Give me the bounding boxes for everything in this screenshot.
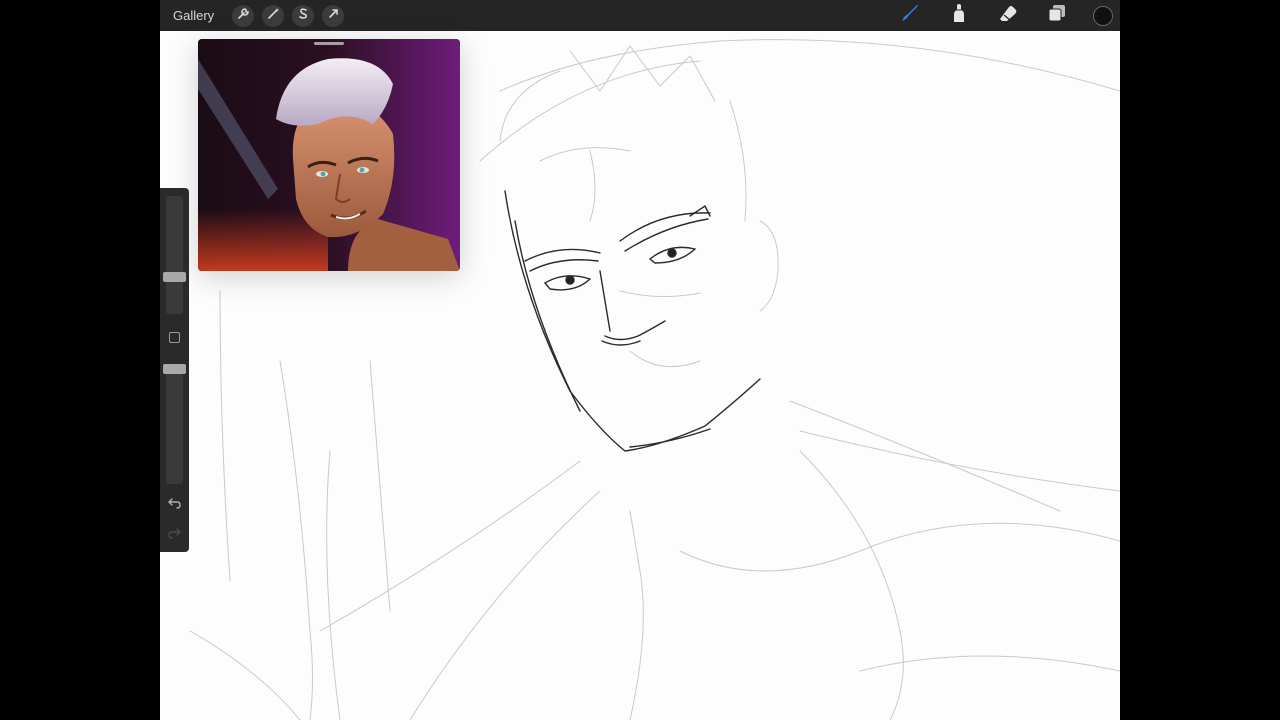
layers-icon	[1046, 2, 1068, 29]
undo-button[interactable]	[166, 496, 183, 513]
smudge-icon	[948, 2, 970, 29]
selection-icon	[297, 7, 310, 25]
color-picker-button[interactable]	[1093, 5, 1113, 26]
procreate-app: Gallery	[160, 0, 1120, 720]
eraser-icon	[997, 2, 1019, 29]
reference-drag-handle[interactable]	[314, 42, 344, 45]
selection-button[interactable]	[292, 4, 315, 27]
layers-button[interactable]	[1044, 3, 1070, 29]
undo-icon	[168, 496, 181, 514]
wrench-icon	[237, 7, 250, 25]
sidebar	[160, 188, 189, 552]
brush-size-slider[interactable]	[166, 196, 183, 314]
gallery-button[interactable]: Gallery	[173, 8, 214, 23]
transform-button[interactable]	[322, 4, 345, 27]
brush-size-slider-knob[interactable]	[163, 271, 186, 282]
brush-button[interactable]	[897, 3, 923, 29]
magic-wand-icon	[267, 7, 280, 25]
smudge-button[interactable]	[946, 3, 972, 29]
redo-icon	[168, 526, 181, 544]
brush-opacity-slider-knob[interactable]	[163, 364, 186, 374]
redo-button[interactable]	[166, 526, 183, 543]
reference-window[interactable]	[198, 39, 460, 271]
actions-button[interactable]	[232, 4, 255, 27]
face-lines	[504, 190, 761, 452]
adjustments-button[interactable]	[262, 4, 285, 27]
top-toolbar: Gallery	[160, 0, 1120, 31]
right-toolbar	[897, 0, 1120, 31]
brush-opacity-slider[interactable]	[166, 364, 183, 484]
reference-portrait	[198, 39, 460, 271]
transform-icon	[327, 7, 340, 25]
eraser-button[interactable]	[995, 3, 1021, 29]
brush-icon	[899, 2, 921, 29]
modify-button[interactable]	[169, 332, 180, 343]
